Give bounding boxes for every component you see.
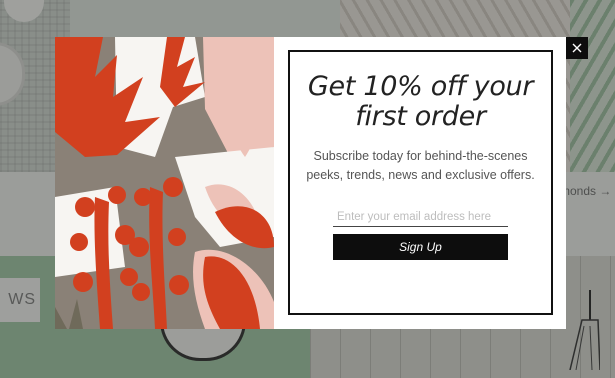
newsletter-modal: Get 10% off your first order Subscribe t… <box>55 37 566 329</box>
close-button[interactable] <box>566 37 588 59</box>
close-icon <box>572 43 582 53</box>
botanical-illustration <box>55 37 274 329</box>
modal-description: Subscribe today for behind-the-scenes pe… <box>306 149 535 182</box>
modal-title-line: Get 10% off your <box>307 71 534 102</box>
modal-title-line: first order <box>355 101 486 132</box>
email-field[interactable] <box>333 207 508 227</box>
signup-button[interactable]: Sign Up <box>333 234 508 260</box>
modal-content: Get 10% off your first order Subscribe t… <box>288 50 553 315</box>
modal-title: Get 10% off your first order <box>290 72 551 132</box>
modal-artwork <box>55 37 274 329</box>
